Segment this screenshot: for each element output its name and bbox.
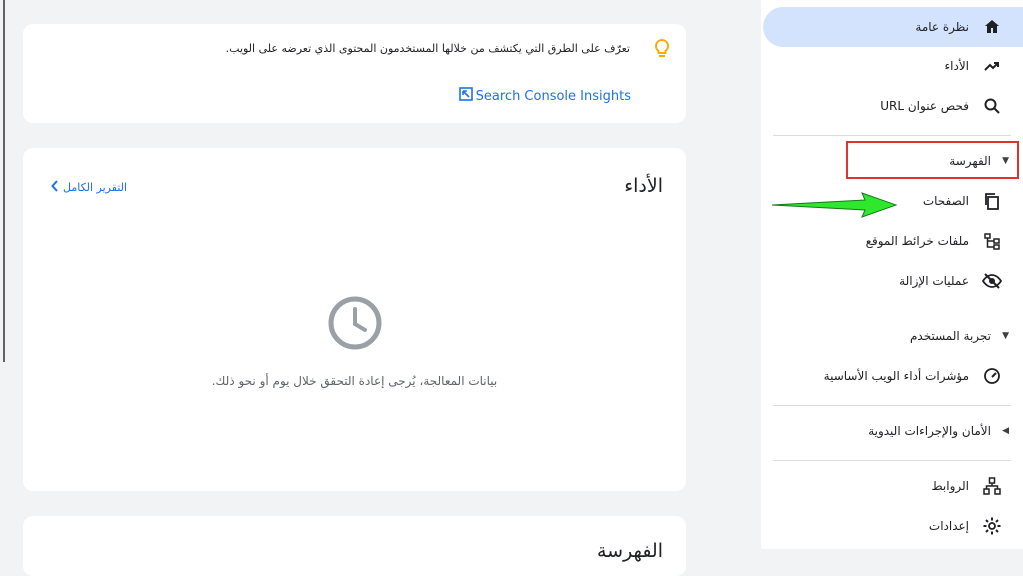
- sidebar-item-label: عمليات الإزالة: [899, 274, 969, 288]
- sidebar-item-core-web-vitals[interactable]: مؤشرات أداء الويب الأساسية: [775, 356, 1023, 396]
- sidebar-divider: [773, 405, 1011, 406]
- sidebar-item-url-inspection[interactable]: فحص عنوان URL: [775, 86, 1023, 126]
- sidebar-item-label: الصفحات: [922, 194, 969, 208]
- full-report-label: التقرير الكامل: [63, 181, 128, 194]
- annotation-arrow-icon: [770, 190, 900, 224]
- eye-off-icon: [981, 270, 1003, 292]
- sidebar: نظرة عامة الأداء فحص عنوان URL ▼ الفهرسة…: [761, 0, 1023, 549]
- sidebar-item-sitemaps[interactable]: ملفات خرائط الموقع: [775, 221, 1023, 261]
- sidebar-item-label: إعدادات: [928, 519, 969, 533]
- sidebar-item-label: الأداء: [944, 59, 970, 73]
- performance-card-title: الأداء: [624, 175, 663, 197]
- sidebar-item-label: مؤشرات أداء الويب الأساسية: [823, 369, 969, 383]
- gear-icon: [981, 515, 1003, 537]
- sidebar-divider: [773, 460, 1011, 461]
- processing-message: بيانات المعالجة، يُرجى إعادة التحقق خلال…: [211, 374, 498, 388]
- chevron-left-icon: [51, 180, 59, 195]
- caret-left-icon: ◀: [1002, 426, 1009, 436]
- sidebar-item-overview[interactable]: نظرة عامة: [763, 7, 1023, 47]
- left-edge-rule: [3, 0, 5, 362]
- sidebar-item-removals[interactable]: عمليات الإزالة: [775, 261, 1023, 301]
- sidebar-item-performance[interactable]: الأداء: [775, 46, 1023, 86]
- clock-icon: [327, 295, 383, 355]
- insights-description: تعرّف على الطرق التي يكتشف من خلالها الم…: [225, 42, 630, 55]
- annotation-highlight-box: [846, 141, 1019, 179]
- sidebar-divider: [773, 135, 1011, 136]
- search-icon: [981, 95, 1003, 117]
- sidebar-section-label: الأمان والإجراءات اليدوية: [868, 424, 991, 438]
- gauge-icon: [981, 365, 1003, 387]
- links-icon: [981, 475, 1003, 497]
- trending-up-icon: [981, 55, 1003, 77]
- indexing-card: الفهرسة: [23, 516, 686, 576]
- sidebar-item-label: ملفات خرائط الموقع: [865, 234, 969, 248]
- open-in-new-icon: [458, 87, 473, 105]
- sidebar-section-security[interactable]: ◀ الأمان والإجراءات اليدوية: [775, 415, 1023, 447]
- caret-down-icon: ▼: [1002, 331, 1009, 341]
- sidebar-item-settings[interactable]: إعدادات: [775, 506, 1023, 546]
- sidebar-section-label: تجربة المستخدم: [909, 329, 991, 343]
- sitemap-icon: [981, 230, 1003, 252]
- indexing-card-title: الفهرسة: [596, 540, 663, 562]
- sidebar-section-experience[interactable]: ▼ تجربة المستخدم: [775, 320, 1023, 352]
- sidebar-item-label: فحص عنوان URL: [880, 99, 969, 113]
- insights-card: تعرّف على الطرق التي يكتشف من خلالها الم…: [23, 24, 686, 123]
- pages-icon: [981, 190, 1003, 212]
- lightbulb-icon: [654, 38, 670, 64]
- sidebar-item-label: الروابط: [931, 479, 969, 493]
- search-console-insights-label: Search Console Insights: [475, 88, 631, 104]
- performance-card: الأداء التقرير الكامل بيانات المعالجة، ي…: [23, 148, 686, 491]
- sidebar-item-links[interactable]: الروابط: [775, 466, 1023, 506]
- full-report-link[interactable]: التقرير الكامل: [51, 180, 127, 195]
- home-icon: [981, 16, 1003, 38]
- search-console-insights-link[interactable]: Search Console Insights: [458, 87, 631, 105]
- sidebar-item-label: نظرة عامة: [915, 20, 969, 34]
